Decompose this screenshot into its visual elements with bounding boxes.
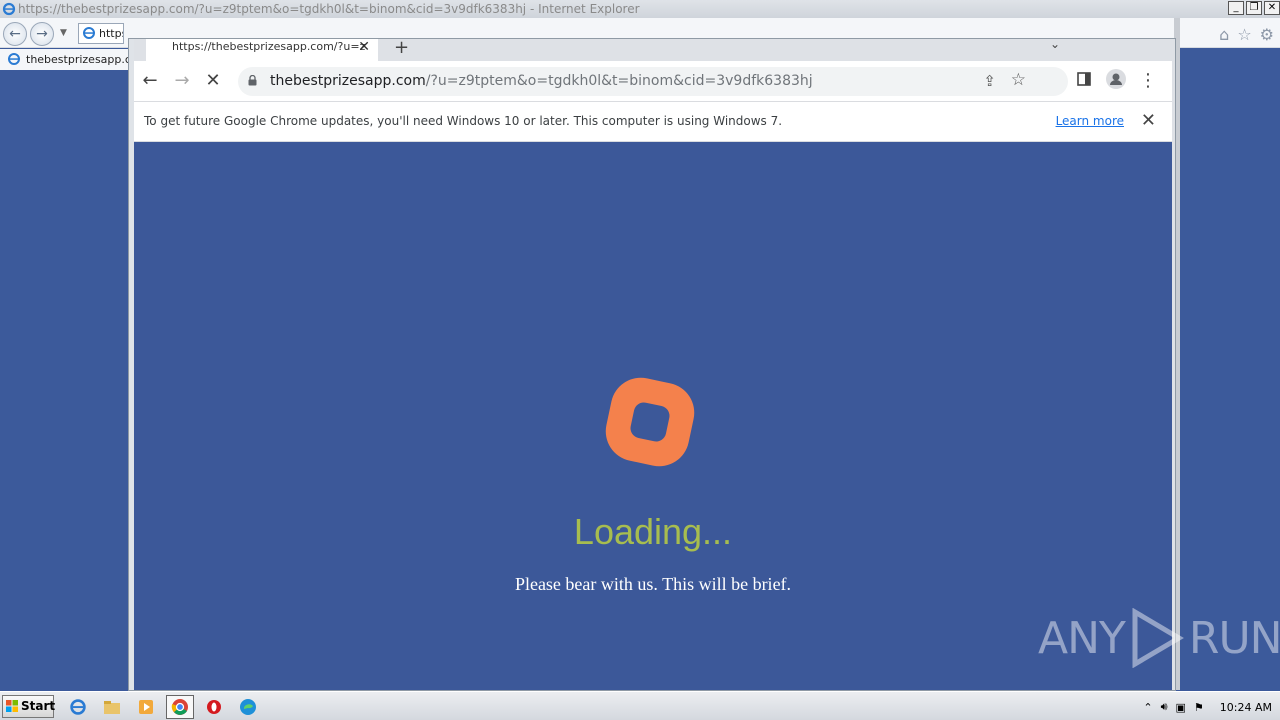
ie-forward-button[interactable]: →	[30, 22, 54, 46]
tab-search-chevron-icon[interactable]: ⌄	[1050, 37, 1060, 51]
page-content: Loading... Please bear with us. This wil…	[134, 142, 1172, 690]
taskbar-explorer-icon[interactable]	[98, 695, 126, 719]
close-button[interactable]: ✕	[1264, 1, 1280, 15]
ie-logo-icon	[2, 2, 16, 16]
volume-icon[interactable]: 🔊︎	[1161, 700, 1168, 714]
stop-loading-button[interactable]: ✕	[201, 69, 225, 93]
watermark-any: ANY	[1038, 612, 1126, 664]
lock-icon	[248, 75, 257, 86]
home-icon[interactable]: ⌂	[1219, 25, 1229, 44]
side-panel-icon[interactable]	[1072, 69, 1096, 93]
omnibox-url: thebestprizesapp.com/?u=z9tptem&o=tgdkh0…	[270, 73, 813, 89]
chrome-tab-strip: https://thebestprizesapp.com/?u=z ✕ + ⌄	[134, 37, 1172, 61]
watermark-run: RUN	[1188, 612, 1280, 664]
url-domain: thebestprizesapp.com	[270, 73, 426, 89]
start-label: Start	[21, 699, 56, 713]
minimize-button[interactable]: _	[1228, 1, 1244, 15]
taskbar-opera-icon[interactable]	[200, 695, 228, 719]
omnibox[interactable]: thebestprizesapp.com/?u=z9tptem&o=tgdkh0…	[238, 67, 1068, 96]
chrome-window: https://thebestprizesapp.com/?u=z ✕ + ⌄ …	[128, 37, 1176, 691]
bookmark-star-icon[interactable]: ☆	[1011, 70, 1026, 90]
ie-favorite-label: thebestprizesapp.co	[26, 53, 128, 66]
ie-address-bar[interactable]: https	[78, 23, 124, 44]
loading-text: Loading...	[573, 511, 733, 552]
taskbar-media-icon[interactable]	[132, 695, 160, 719]
taskbar-ie-icon[interactable]	[64, 695, 92, 719]
chrome-tab[interactable]: https://thebestprizesapp.com/?u=z ✕	[146, 39, 378, 61]
anyrun-watermark: ANY RUN	[1038, 608, 1280, 668]
windows-flag-icon	[6, 700, 18, 712]
ie-address-text: https	[99, 27, 123, 40]
loading-logo-icon	[600, 372, 700, 472]
settings-gear-icon[interactable]: ⚙	[1260, 25, 1274, 44]
kebab-menu-icon[interactable]: ⋮	[1136, 69, 1160, 93]
back-button[interactable]: ←	[138, 69, 162, 93]
chrome-toolbar: ← → ✕ thebestprizesapp.com/?u=z9tptem&o=…	[134, 61, 1172, 101]
profile-avatar-icon[interactable]	[1104, 69, 1128, 93]
tray-expand-icon[interactable]: ⌃	[1143, 701, 1152, 714]
network-icon[interactable]: ▣	[1176, 701, 1186, 714]
ie-favorite-icon	[8, 53, 20, 65]
ie-history-dropdown-icon[interactable]: ▼	[60, 28, 67, 38]
ie-page-icon	[83, 27, 95, 39]
learn-more-link[interactable]: Learn more	[1056, 114, 1124, 128]
ie-back-button[interactable]: ←	[3, 22, 27, 46]
infobar-close-icon[interactable]: ✕	[1141, 110, 1156, 131]
share-icon[interactable]: ⇪	[983, 72, 996, 90]
clock[interactable]: 10:24 AM	[1220, 701, 1272, 714]
infobar-message: To get future Google Chrome updates, you…	[144, 114, 783, 128]
taskbar: Start ⌃ 🔊︎ ▣ ⚑ 10:24 AM	[0, 691, 1280, 720]
taskbar-edge-icon[interactable]	[234, 695, 262, 719]
ie-title-bar: https://thebestprizesapp.com/?u=z9tptem&…	[0, 0, 1280, 18]
watermark-play-icon	[1132, 608, 1184, 668]
action-center-flag-icon[interactable]: ⚑	[1194, 701, 1204, 714]
tab-close-icon[interactable]: ✕	[358, 39, 370, 55]
favorites-star-icon[interactable]: ☆	[1237, 25, 1251, 44]
restore-button[interactable]: ❐	[1246, 1, 1262, 15]
taskbar-chrome-icon[interactable]	[166, 695, 194, 719]
start-button[interactable]: Start	[2, 695, 56, 718]
update-infobar: To get future Google Chrome updates, you…	[134, 101, 1172, 142]
url-path: /?u=z9tptem&o=tgdkh0l&t=binom&cid=3v9dfk…	[425, 73, 813, 89]
new-tab-button[interactable]: +	[394, 37, 409, 58]
ie-window-title: https://thebestprizesapp.com/?u=z9tptem&…	[18, 2, 640, 16]
forward-button[interactable]: →	[170, 69, 194, 93]
loading-subtext: Please bear with us. This will be brief.	[514, 574, 792, 594]
system-tray: ⌃ 🔊︎ ▣ ⚑ 10:24 AM	[1143, 695, 1280, 719]
ie-favorite-tab[interactable]: thebestprizesapp.co	[0, 49, 128, 70]
tab-title: https://thebestprizesapp.com/?u=z	[172, 40, 366, 53]
